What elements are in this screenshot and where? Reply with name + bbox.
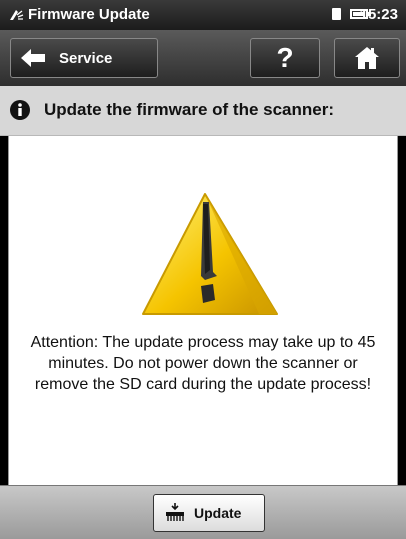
home-button[interactable]: [334, 38, 400, 78]
back-button[interactable]: Service: [10, 38, 158, 78]
device-screen: Firmware Update 15:23 Service ? Update t: [0, 0, 406, 539]
back-button-label: Service: [59, 50, 113, 67]
section-header: Update the firmware of the scanner:: [0, 86, 406, 136]
app-icon: [10, 10, 24, 20]
help-icon: ?: [276, 42, 294, 73]
warning-icon: [142, 193, 278, 315]
footer-bar: Update: [0, 485, 406, 539]
clock: 15:23: [359, 6, 398, 23]
page-title: Update the firmware of the scanner:: [44, 100, 335, 119]
content-area: Attention: The update process may take u…: [8, 136, 398, 485]
status-bar: Firmware Update 15:23: [0, 0, 406, 30]
warning-message: Attention: The update process may take u…: [30, 334, 376, 393]
back-arrow-icon: [21, 49, 45, 67]
info-icon: [10, 100, 30, 120]
help-button[interactable]: ?: [250, 38, 320, 78]
update-button[interactable]: Update: [153, 494, 265, 532]
update-button-label: Update: [194, 505, 242, 521]
toolbar: Service ?: [0, 30, 406, 86]
home-icon: [355, 47, 379, 69]
sd-card-icon: [332, 8, 341, 20]
firmware-update-icon: [166, 503, 184, 521]
window-title: Firmware Update: [28, 6, 150, 23]
